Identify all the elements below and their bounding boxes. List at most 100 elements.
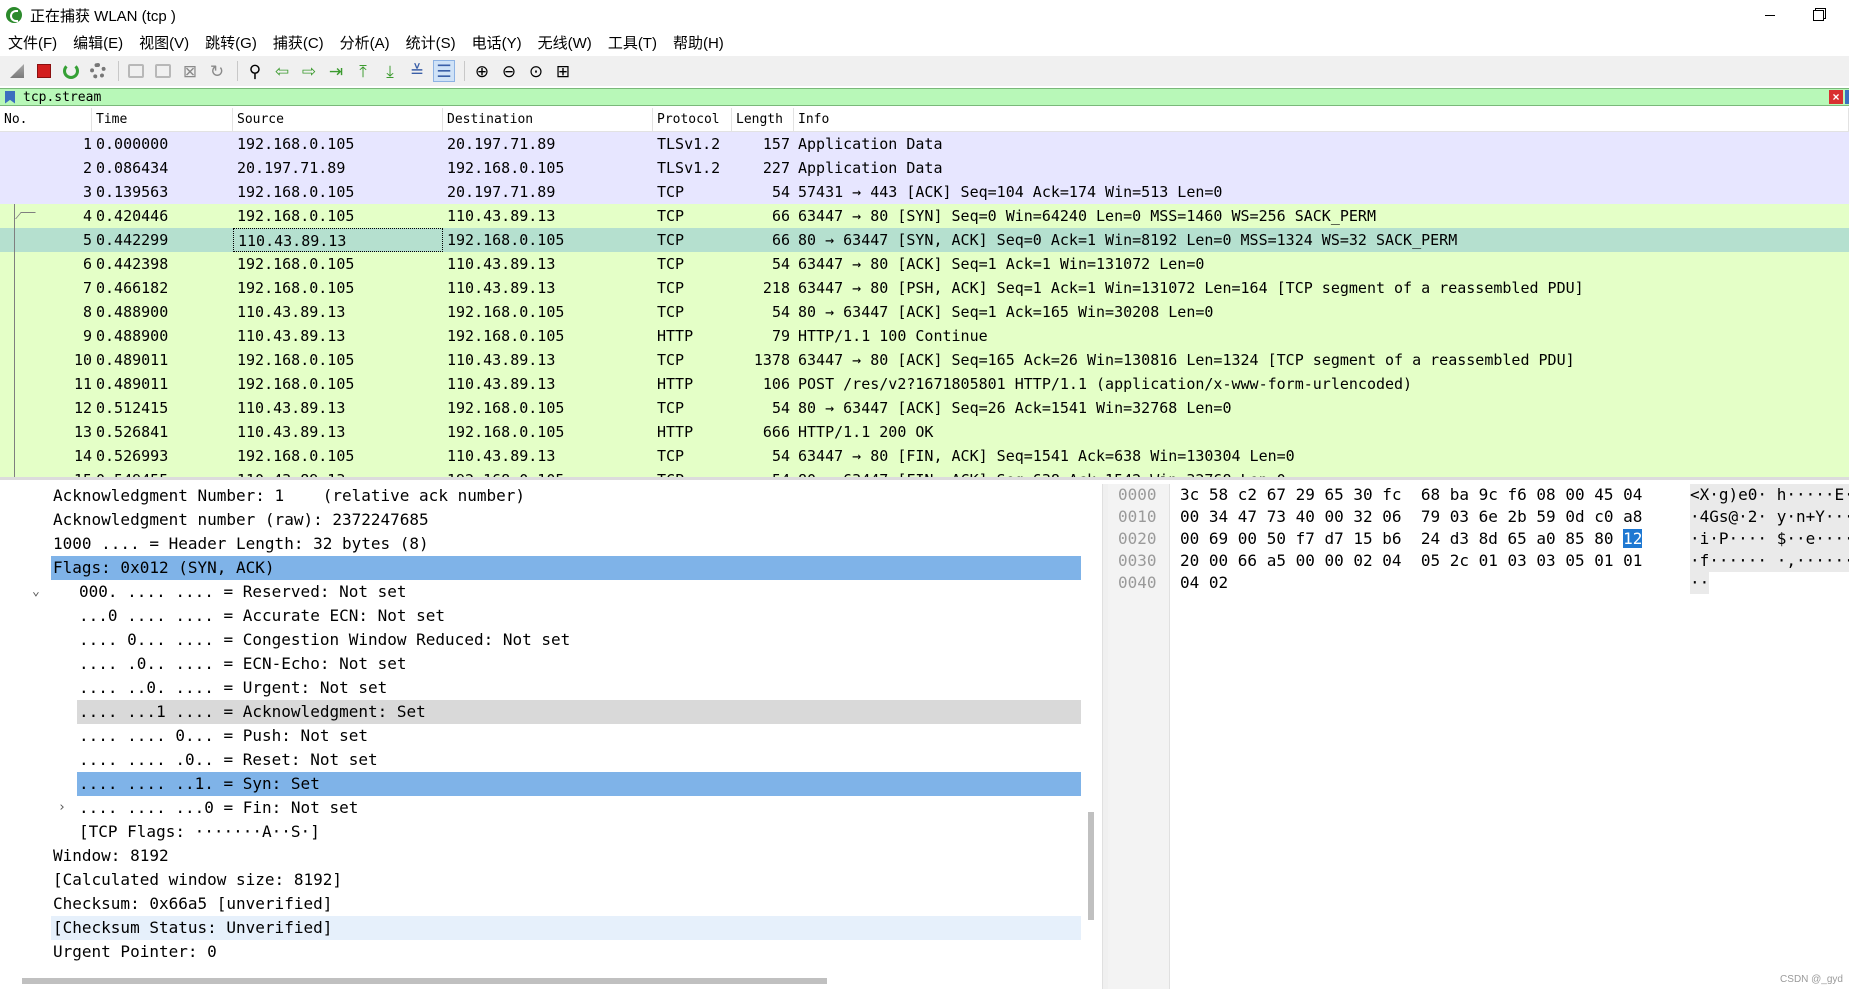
detail-item[interactable]: Acknowledgment number (raw): 2372247685 bbox=[0, 508, 1102, 532]
apply-filter-icon[interactable] bbox=[1845, 90, 1849, 104]
detail-item[interactable]: Window: 8192 bbox=[0, 844, 1102, 868]
ascii-line: ·i·P···· $··e···· bbox=[1690, 528, 1849, 550]
packet-row[interactable]: 9 0.488900 110.43.89.13 192.168.0.105 HTTP 79… bbox=[0, 324, 1849, 348]
menu-help[interactable]: 帮助(H) bbox=[665, 32, 732, 53]
folder-icon bbox=[128, 64, 144, 78]
related-packet-marker bbox=[14, 396, 15, 420]
go-forward-button[interactable]: ⇨ bbox=[298, 60, 320, 82]
hex-bytes-segment: 00 69 00 50 f7 d7 15 b6 24 d3 8d 65 a0 8… bbox=[1180, 529, 1624, 548]
packet-info: Application Data bbox=[798, 135, 943, 153]
detail-item-checksum-status[interactable]: [Checksum Status: Unverified] bbox=[0, 916, 1102, 940]
detail-item[interactable]: .... .... ...0 = Fin: Not set bbox=[0, 796, 1102, 820]
column-header-destination[interactable]: Destination bbox=[443, 108, 653, 132]
reload-file-button[interactable]: ↻ bbox=[206, 60, 228, 82]
detail-item[interactable]: .... .... 0... = Push: Not set bbox=[0, 724, 1102, 748]
menu-telephony[interactable]: 电话(Y) bbox=[464, 32, 530, 53]
packet-row[interactable]: 15 0.549455 110.43.89.13 192.168.0.105 TCP 54… bbox=[0, 468, 1849, 477]
menu-analyze[interactable]: 分析(A) bbox=[332, 32, 398, 53]
restart-capture-button[interactable] bbox=[60, 60, 82, 82]
stop-icon bbox=[37, 64, 51, 78]
menu-edit[interactable]: 编辑(E) bbox=[65, 32, 131, 53]
packet-source: 192.168.0.105 bbox=[237, 351, 355, 369]
detail-item-syn-selected[interactable]: › .... .... ..1. = Syn: Set bbox=[0, 772, 1102, 815]
menu-wireless[interactable]: 无线(W) bbox=[530, 32, 600, 53]
detail-item[interactable]: Checksum: 0x66a5 [unverified] bbox=[0, 892, 1102, 916]
packet-row[interactable]: 10 0.489011 192.168.0.105 110.43.89.13 TCP 13… bbox=[0, 348, 1849, 372]
packet-protocol: TCP bbox=[657, 183, 685, 201]
menu-capture[interactable]: 捕获(C) bbox=[265, 32, 332, 53]
column-header-no[interactable]: No. bbox=[0, 108, 92, 132]
detail-item-flags-expanded[interactable]: ⌄ Flags: 0x012 (SYN, ACK) bbox=[0, 556, 1102, 599]
packet-row[interactable]: 2 0.086434 20.197.71.89 192.168.0.105 TLSv1.… bbox=[0, 156, 1849, 180]
last-packet-button[interactable]: ⤓ bbox=[379, 60, 401, 82]
capture-options-button[interactable] bbox=[87, 60, 109, 82]
column-header-info[interactable]: Info bbox=[794, 108, 1849, 132]
related-packet-marker bbox=[14, 348, 15, 372]
detail-item-acknowledgment[interactable]: .... ...1 .... = Acknowledgment: Set bbox=[0, 700, 1102, 724]
close-file-button[interactable]: ⊠ bbox=[179, 60, 201, 82]
column-header-length[interactable]: Length bbox=[732, 108, 794, 132]
ascii-line: ·· bbox=[1690, 572, 1710, 594]
detail-item[interactable]: 000. .... .... = Reserved: Not set bbox=[0, 580, 1102, 604]
colorize-button[interactable]: ☰ bbox=[433, 60, 455, 82]
find-packet-button[interactable]: ⚲ bbox=[244, 60, 266, 82]
hex-ascii-column[interactable]: <X·g)e0· h·····E· ·4Gs@·2· y·n+Y··· ·i·P… bbox=[1690, 484, 1849, 594]
packet-row[interactable]: 1 0.000000 192.168.0.105 20.197.71.89 TLSv1.… bbox=[0, 132, 1849, 156]
clear-filter-icon[interactable]: × bbox=[1829, 90, 1843, 104]
stop-capture-button[interactable] bbox=[33, 60, 55, 82]
details-horizontal-scrollbar[interactable] bbox=[22, 978, 827, 984]
open-file-button[interactable] bbox=[125, 60, 147, 82]
packet-row[interactable]: 8 0.488900 110.43.89.13 192.168.0.105 TCP 54 8… bbox=[0, 300, 1849, 324]
column-header-protocol[interactable]: Protocol bbox=[653, 108, 732, 132]
menu-statistics[interactable]: 统计(S) bbox=[398, 32, 464, 53]
detail-item[interactable]: [Calculated window size: 8192] bbox=[0, 868, 1102, 892]
packet-row[interactable]: 12 0.512415 110.43.89.13 192.168.0.105 TCP 54… bbox=[0, 396, 1849, 420]
detail-item[interactable]: 1000 .... = Header Length: 32 bytes (8) bbox=[0, 532, 1102, 556]
packet-row[interactable]: 14 0.526993 192.168.0.105 110.43.89.13 TCP 54… bbox=[0, 444, 1849, 468]
save-file-button[interactable] bbox=[152, 60, 174, 82]
first-packet-button[interactable]: ⤒ bbox=[352, 60, 374, 82]
related-packet-marker bbox=[14, 228, 15, 252]
detail-item[interactable]: .... .0.. .... = ECN-Echo: Not set bbox=[0, 652, 1102, 676]
go-back-button[interactable]: ⇦ bbox=[271, 60, 293, 82]
packet-row[interactable]: 13 0.526841 110.43.89.13 192.168.0.105 HTTP 6… bbox=[0, 420, 1849, 444]
packet-no: 3 bbox=[82, 183, 92, 201]
menu-view[interactable]: 视图(V) bbox=[131, 32, 197, 53]
details-vertical-scrollbar[interactable] bbox=[1088, 812, 1094, 920]
packet-source: 192.168.0.105 bbox=[237, 279, 355, 297]
hex-bytes-column[interactable]: 3c 58 c2 67 29 65 30 fc 68 ba 9c f6 08 0… bbox=[1180, 484, 1643, 594]
detail-item[interactable]: Urgent Pointer: 0 bbox=[0, 940, 1102, 964]
detail-item[interactable]: ...0 .... .... = Accurate ECN: Not set bbox=[0, 604, 1102, 628]
detail-item[interactable]: Acknowledgment Number: 1 (relative ack n… bbox=[0, 484, 1102, 508]
go-to-packet-button[interactable]: ⇥ bbox=[325, 60, 347, 82]
resize-columns-button[interactable]: ⊞ bbox=[552, 60, 574, 82]
packet-source: 110.43.89.13 bbox=[237, 423, 346, 441]
menu-tools[interactable]: 工具(T) bbox=[600, 32, 665, 53]
zoom-reset-button[interactable]: ⊙ bbox=[525, 60, 547, 82]
packet-row[interactable]: 7 0.466182 192.168.0.105 110.43.89.13 TCP 218… bbox=[0, 276, 1849, 300]
detail-item[interactable]: .... ..0. .... = Urgent: Not set bbox=[0, 676, 1102, 700]
packet-row[interactable]: 4 0.420446 192.168.0.105 110.43.89.13 TCP 66 6… bbox=[0, 204, 1849, 228]
packet-time: 0.000000 bbox=[96, 135, 169, 153]
packet-row[interactable]: 3 0.139563 192.168.0.105 20.197.71.89 TCP 54 5… bbox=[0, 180, 1849, 204]
packet-length: 66 bbox=[771, 207, 790, 225]
zoom-in-button[interactable]: ⊕ bbox=[471, 60, 493, 82]
menu-go[interactable]: 跳转(G) bbox=[197, 32, 265, 53]
minimize-icon[interactable] bbox=[1747, 0, 1793, 30]
restore-window-icon[interactable] bbox=[1795, 0, 1841, 30]
zoom-out-button[interactable]: ⊖ bbox=[498, 60, 520, 82]
column-header-time[interactable]: Time bbox=[92, 108, 233, 132]
packet-row[interactable]: 6 0.442398 192.168.0.105 110.43.89.13 TCP 54 6… bbox=[0, 252, 1849, 276]
detail-item[interactable]: .... 0... .... = Congestion Window Reduc… bbox=[0, 628, 1102, 652]
display-filter-input[interactable] bbox=[23, 89, 1829, 105]
column-header-source[interactable]: Source bbox=[233, 108, 443, 132]
start-capture-button[interactable] bbox=[6, 60, 28, 82]
menu-file[interactable]: 文件(F) bbox=[0, 32, 65, 53]
packet-row-selected[interactable]: 5 0.442299 110.43.89.13 192.168.0.105 TCP 66 8… bbox=[0, 228, 1849, 252]
main-toolbar: ⊠ ↻ ⚲ ⇦ ⇨ ⇥ ⤒ ⤓ ≚ ☰ ⊕ ⊖ ⊙ ⊞ bbox=[0, 56, 1849, 86]
packet-row[interactable]: 11 0.489011 192.168.0.105 110.43.89.13 HTTP 1… bbox=[0, 372, 1849, 396]
detail-item[interactable]: .... .... .0.. = Reset: Not set bbox=[0, 748, 1102, 772]
auto-scroll-button[interactable]: ≚ bbox=[406, 60, 428, 82]
bookmark-icon[interactable] bbox=[5, 90, 15, 104]
detail-item[interactable]: [TCP Flags: ·······A··S·] bbox=[0, 820, 1102, 844]
